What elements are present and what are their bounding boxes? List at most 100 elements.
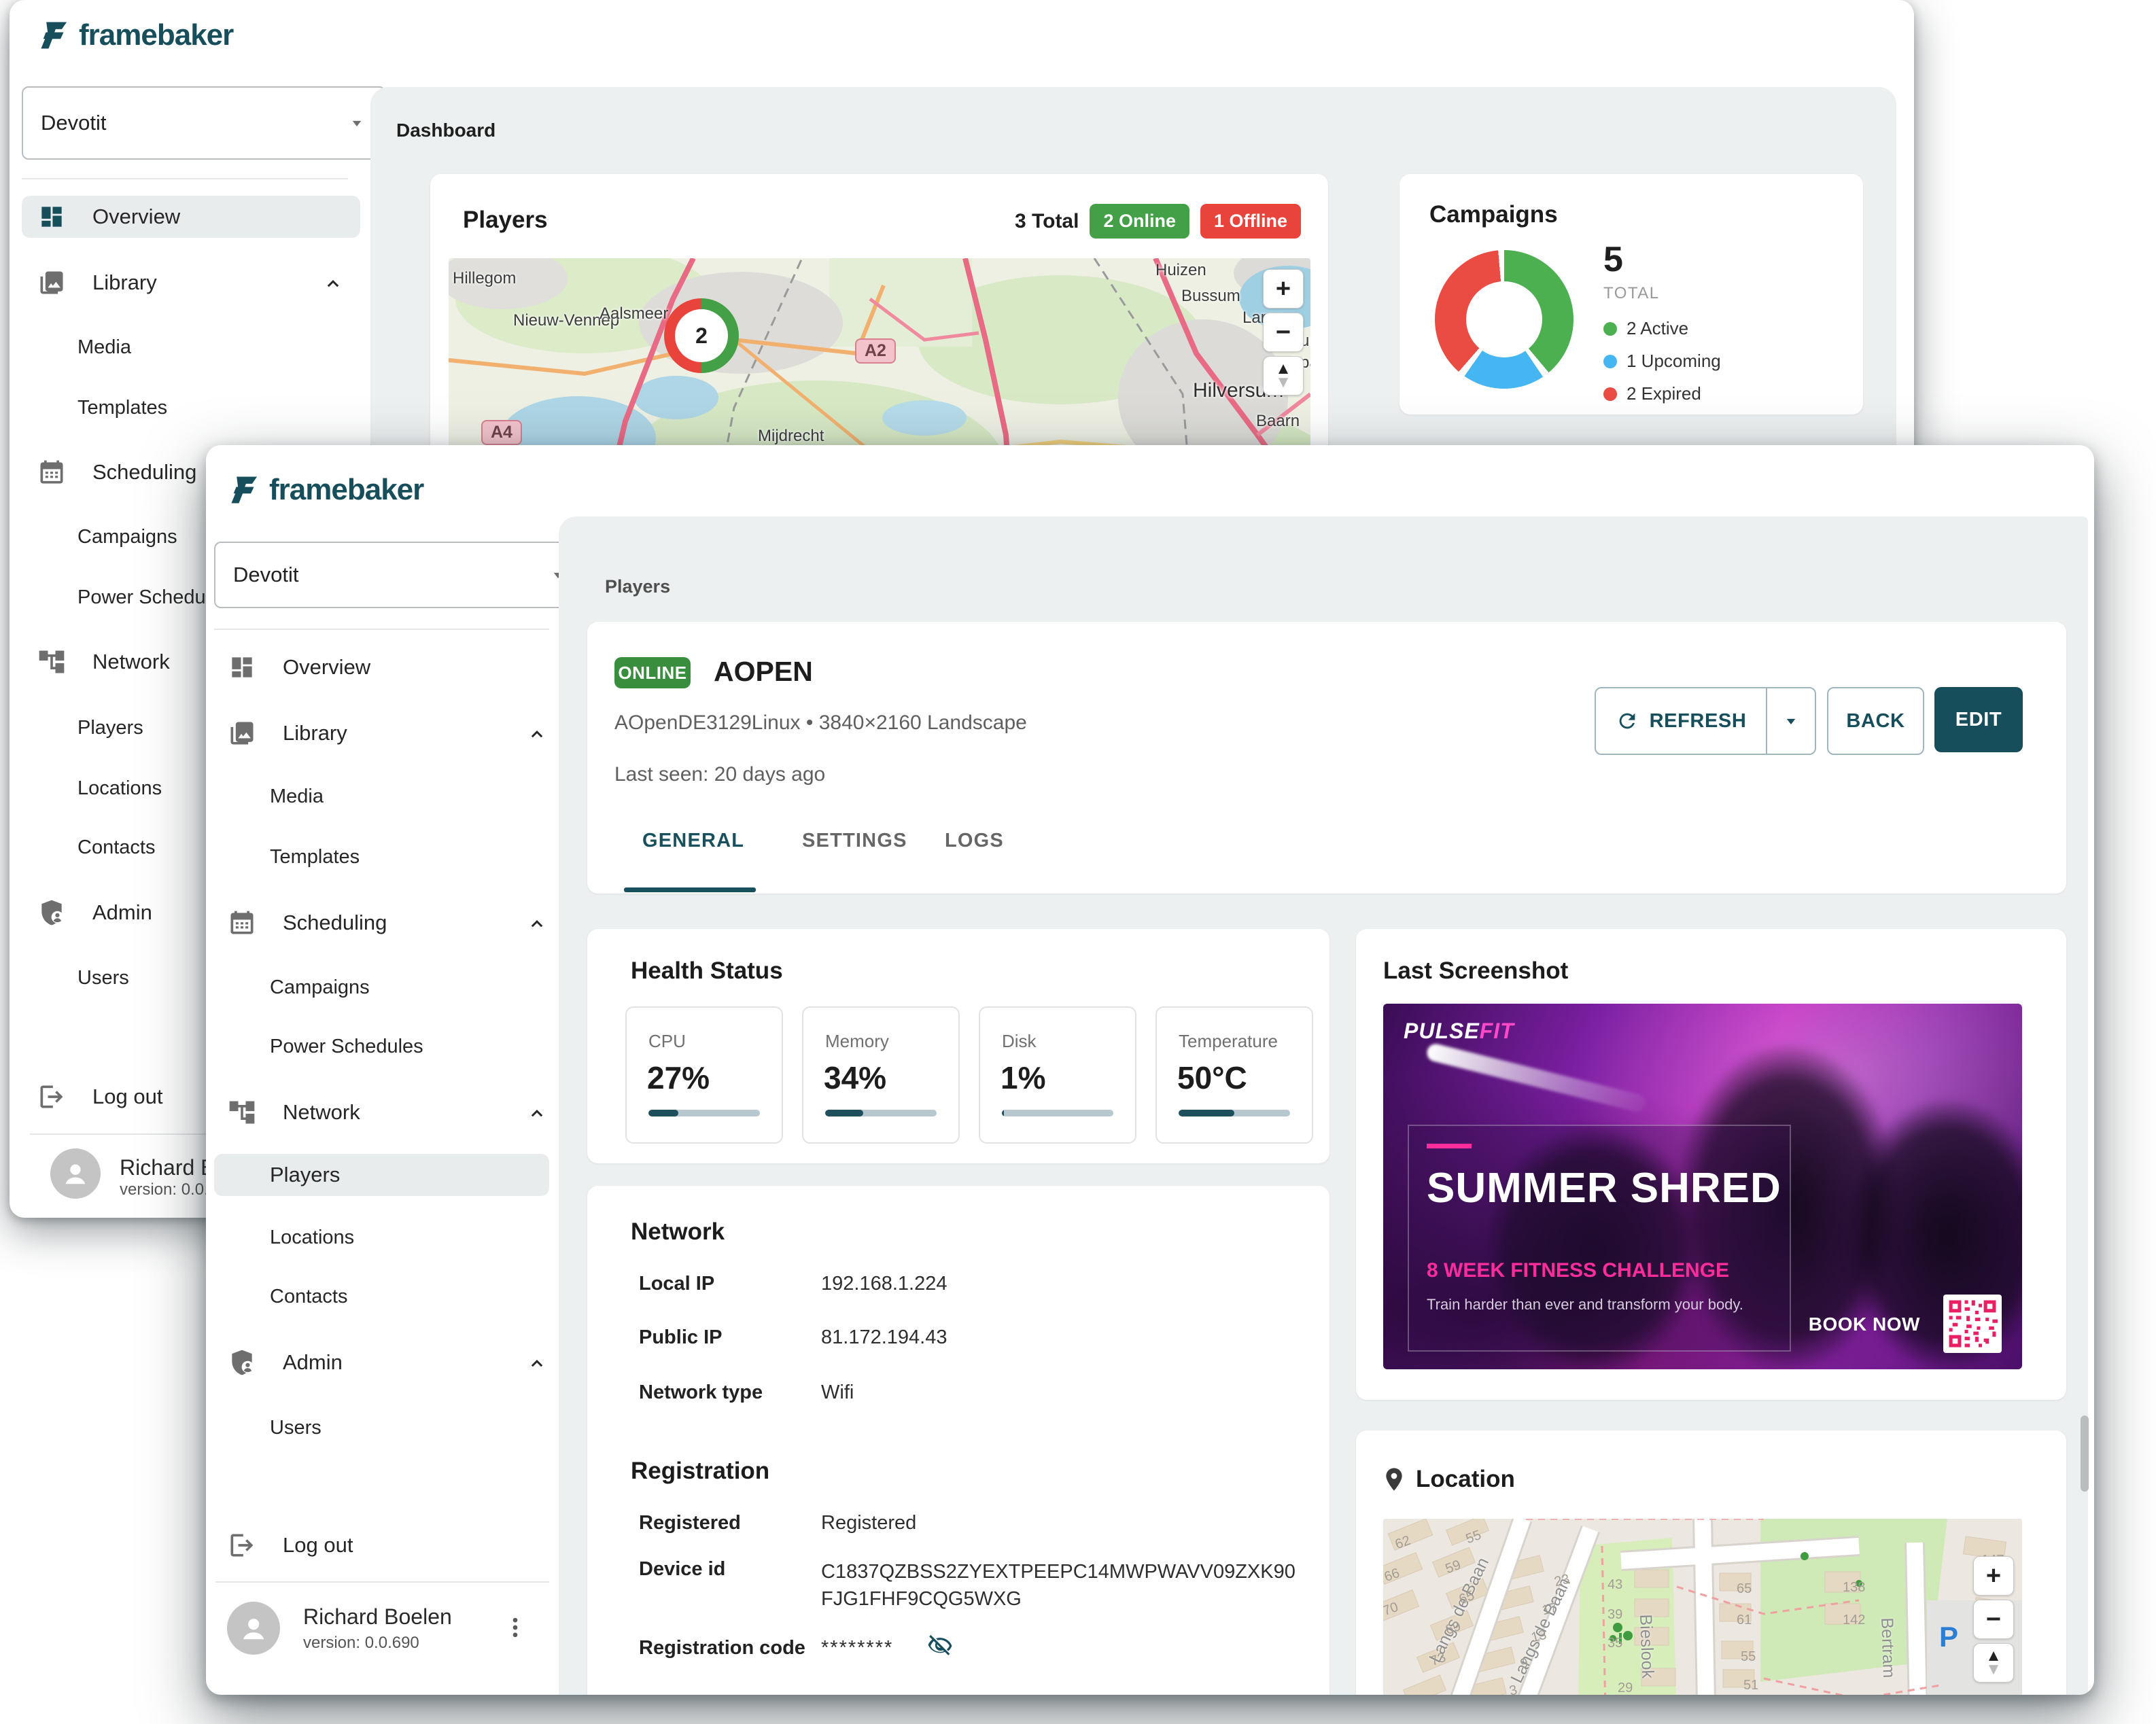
framebaker-logo: framebaker — [224, 472, 423, 508]
sidebar-item-power-schedules[interactable]: Power Schedules — [270, 1025, 542, 1068]
sidebar-item-library[interactable]: Library — [37, 262, 345, 304]
campaigns-card: Campaigns 5 TOTAL 2 Active 1 Upcoming 2 … — [1399, 174, 1863, 415]
ad-title: SUMMER SHRED — [1427, 1164, 1781, 1212]
pan-button[interactable]: ▲▼ — [1263, 356, 1304, 395]
chevron-down-icon — [1781, 711, 1801, 731]
overview-icon — [37, 202, 67, 232]
overview-icon — [227, 652, 257, 682]
refresh-dropdown-button[interactable] — [1766, 688, 1815, 754]
sidebar-item-users[interactable]: Users — [270, 1407, 542, 1449]
org-selector[interactable]: Devotit — [214, 542, 587, 608]
tab-general[interactable]: GENERAL — [642, 830, 744, 852]
health-card-disk: Disk 1% — [979, 1006, 1136, 1144]
map-image — [1383, 1519, 2022, 1695]
progress-bar — [648, 1110, 760, 1116]
location-map[interactable]: Langs de Baan Langs de Baan Bieslook Ber… — [1383, 1519, 2022, 1695]
sidebar-item-campaigns[interactable]: Campaigns — [270, 966, 542, 1008]
sidebar-divider — [215, 1581, 549, 1583]
status-badge: ONLINE — [614, 657, 691, 688]
zoom-in-button[interactable]: + — [1973, 1556, 2014, 1596]
device-id-value: C1837QZBSS2ZYEXTPEEPC14MWPWAVV09ZXK90FJG… — [821, 1558, 1297, 1613]
health-status-card: Health Status CPU 27% Memory 34% Disk 1% — [587, 929, 1329, 1163]
light-beam — [1425, 1042, 1647, 1113]
sidebar-item-players[interactable]: Players — [214, 1154, 549, 1196]
breadcrumb: Players — [605, 576, 670, 597]
logout-icon — [37, 1082, 67, 1112]
sidebar-item-library[interactable]: Library — [227, 712, 549, 754]
last-screenshot-card: Last Screenshot SUMMER SHRED 8 WEEK FITN… — [1356, 929, 2066, 1400]
health-card-cpu: CPU 27% — [625, 1006, 783, 1144]
progress-bar — [1179, 1110, 1290, 1116]
calendar-icon — [227, 908, 257, 938]
chevron-up-icon — [525, 721, 549, 745]
qr-code — [1943, 1295, 2002, 1353]
framebaker-logo-icon — [224, 472, 260, 508]
map-controls: + − ▲▼ — [1973, 1556, 2014, 1683]
players-total: 3 Total — [1015, 210, 1079, 233]
ad-body: Train harder than ever and transform you… — [1427, 1296, 1743, 1314]
sidebar-item-templates[interactable]: Templates — [270, 836, 542, 878]
last-screenshot-title: Last Screenshot — [1383, 957, 1568, 985]
network-card: Network Local IP 192.168.1.224 Public IP… — [587, 1186, 1329, 1695]
road-badge-a2: A2 — [855, 338, 896, 364]
scrollbar[interactable] — [2081, 1415, 2089, 1492]
edit-button[interactable]: EDIT — [1934, 687, 2023, 752]
progress-bar — [825, 1110, 937, 1116]
legend-item: 2 Active — [1603, 318, 1721, 339]
location-title: Location — [1416, 1466, 1515, 1493]
pan-button[interactable]: ▲▼ — [1973, 1643, 2014, 1683]
framebaker-logo: framebaker — [34, 18, 233, 53]
map-label: Mijdrecht — [758, 427, 824, 446]
player-cluster-marker[interactable]: 2 — [664, 298, 739, 373]
eye-off-icon[interactable] — [927, 1633, 953, 1659]
device-meta: AOpenDE3129Linux • 3840×2160 Landscape — [614, 711, 1027, 735]
location-header: Location — [1380, 1466, 1515, 1493]
sidebar-item-overview[interactable]: Overview — [22, 196, 360, 238]
public-ip-label: Public IP — [639, 1326, 722, 1349]
registration-title: Registration — [631, 1458, 769, 1485]
network-icon — [227, 1097, 257, 1127]
sidebar-item-locations[interactable]: Locations — [270, 1216, 542, 1259]
tab-settings[interactable]: SETTINGS — [802, 830, 907, 852]
legend-item: 2 Expired — [1603, 383, 1721, 404]
sidebar-item-media[interactable]: Media — [77, 326, 336, 368]
library-icon — [227, 718, 257, 748]
back-button[interactable]: BACK — [1827, 687, 1924, 755]
sidebar-item-contacts[interactable]: Contacts — [270, 1276, 542, 1318]
sidebar-item-overview[interactable]: Overview — [227, 646, 549, 688]
logout-button[interactable]: Log out — [227, 1524, 549, 1566]
sidebar-item-network[interactable]: Network — [227, 1091, 549, 1133]
zoom-out-button[interactable]: − — [1263, 313, 1304, 352]
zoom-out-button[interactable]: − — [1973, 1600, 2014, 1639]
refresh-button[interactable]: REFRESH — [1595, 687, 1816, 755]
kebab-menu-icon[interactable] — [502, 1608, 529, 1647]
sidebar-divider — [214, 629, 549, 630]
street-label: Bertram — [1877, 1617, 1898, 1678]
org-selector[interactable]: Devotit — [22, 86, 386, 160]
map-label: Aalsmeer — [599, 304, 668, 323]
chevron-up-icon — [525, 1350, 549, 1375]
zoom-in-button[interactable]: + — [1263, 269, 1304, 309]
registered-value: Registered — [821, 1512, 916, 1534]
health-card-temperature: Temperature 50°C — [1155, 1006, 1313, 1144]
players-badges: 3 Total 2 Online 1 Offline — [1015, 204, 1301, 239]
user-version: version: 0.0.690 — [303, 1634, 452, 1653]
sidebar-item-admin[interactable]: Admin — [227, 1341, 549, 1384]
tab-logs[interactable]: LOGS — [945, 830, 1004, 852]
logout-icon — [227, 1530, 257, 1560]
campaigns-total-value: 5 — [1603, 239, 1623, 280]
online-badge: 2 Online — [1090, 204, 1189, 239]
pin-icon — [1380, 1466, 1408, 1493]
sidebar-item-templates[interactable]: Templates — [77, 387, 336, 429]
chevron-down-icon — [347, 113, 367, 133]
network-type-label: Network type — [639, 1382, 763, 1404]
refresh-icon — [1616, 709, 1639, 733]
map-label: Huizen — [1155, 261, 1206, 280]
calendar-icon — [37, 457, 67, 487]
org-selector-value: Devotit — [41, 111, 106, 135]
network-type-value: Wifi — [821, 1382, 854, 1404]
sidebar-item-scheduling[interactable]: Scheduling — [227, 902, 549, 944]
sidebar-item-media[interactable]: Media — [270, 775, 542, 817]
device-last-seen: Last seen: 20 days ago — [614, 763, 825, 786]
device-header-card: ONLINE AOPEN AOpenDE3129Linux • 3840×216… — [587, 622, 2066, 894]
